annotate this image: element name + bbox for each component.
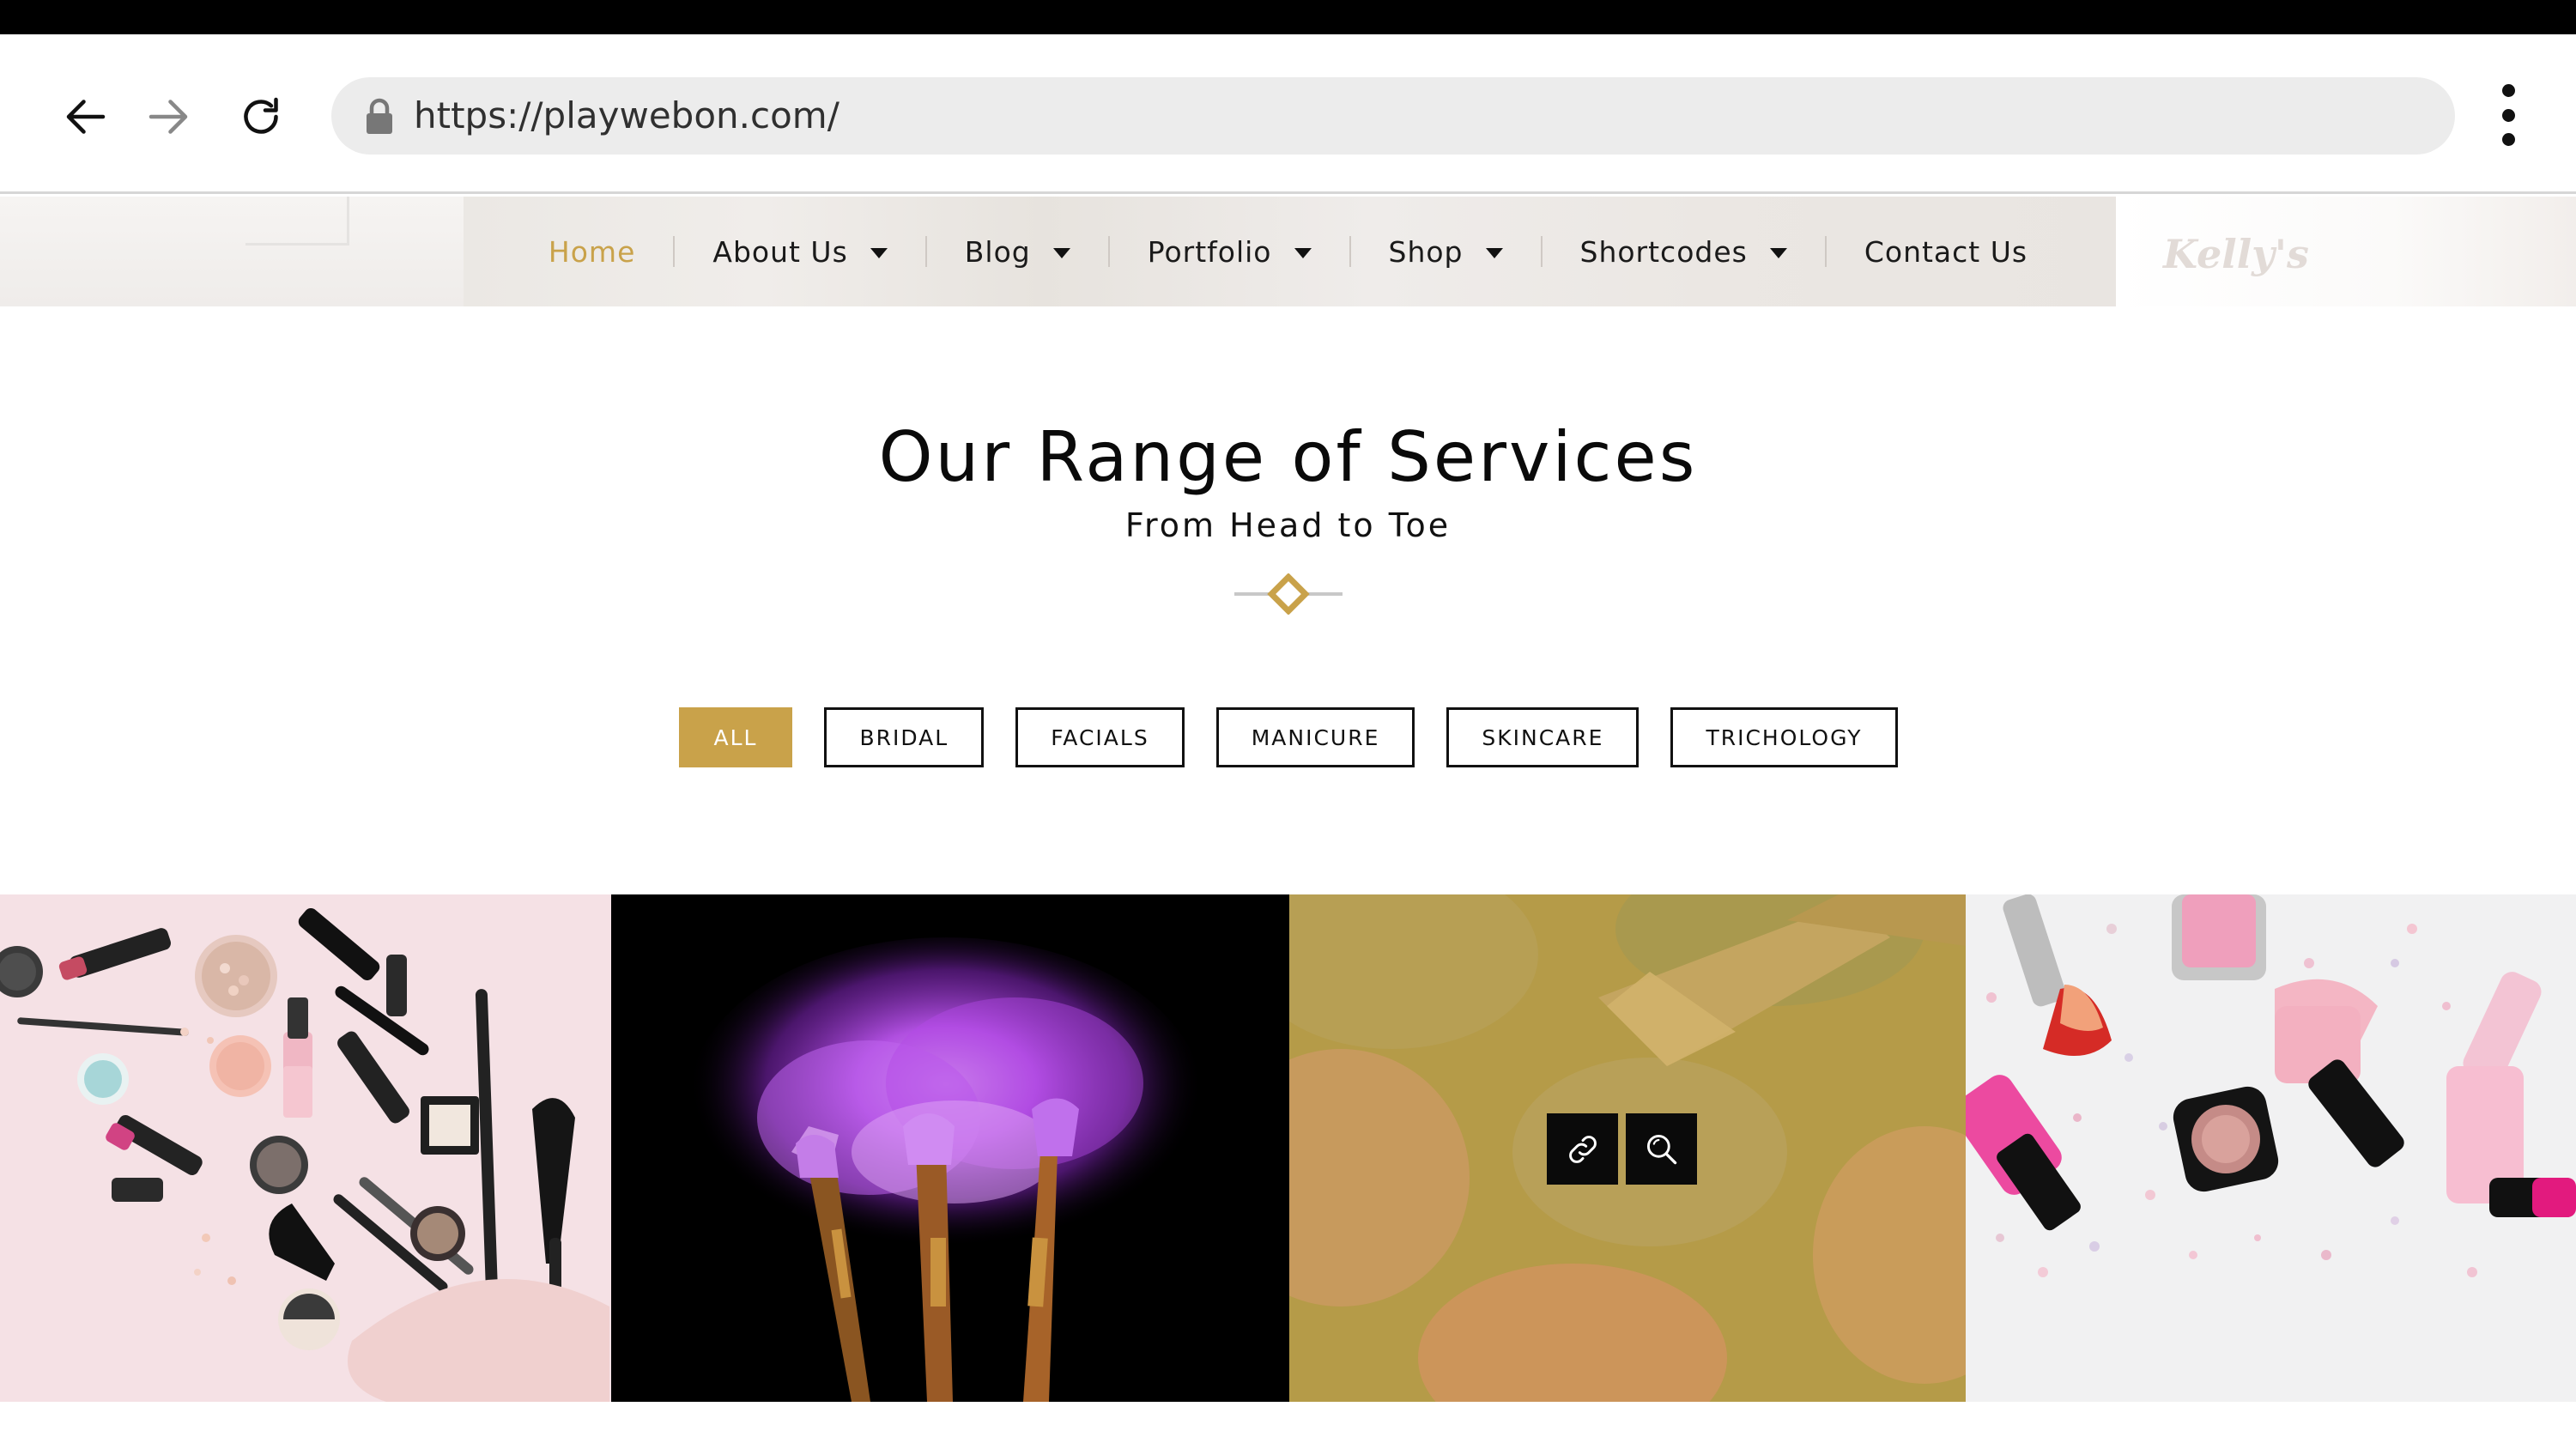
- caret-down-icon: [1294, 248, 1312, 258]
- nav-label: Portfolio: [1147, 234, 1272, 269]
- url-text: https://playwebon.com/: [414, 94, 839, 136]
- caret-down-icon: [870, 248, 888, 258]
- purple-powder-brushes-image: [611, 894, 1289, 1402]
- filter-bridal[interactable]: BRIDAL: [824, 707, 985, 767]
- makeup-flatlay-image: [0, 894, 611, 1402]
- nav-label: Home: [548, 234, 636, 269]
- lock-icon: [367, 98, 392, 134]
- nav-item-portfolio[interactable]: Portfolio: [1110, 226, 1349, 277]
- gallery-overlay-actions: [1547, 1113, 1697, 1185]
- filter-manicure[interactable]: MANICURE: [1215, 707, 1415, 767]
- gallery-item-purple-powder-brushes[interactable]: [611, 894, 1289, 1402]
- forward-arrow-icon[interactable]: [136, 84, 201, 149]
- nav-item-shortcodes[interactable]: Shortcodes: [1543, 226, 1825, 277]
- nav-label: About Us: [712, 234, 848, 269]
- gallery-item-pink-cosmetics[interactable]: [1966, 894, 2576, 1402]
- nav-item-shop[interactable]: Shop: [1351, 226, 1541, 277]
- section-title: Our Range of Services: [878, 417, 1698, 497]
- filter-skincare[interactable]: SKINCARE: [1446, 707, 1640, 767]
- nav-label: Shortcodes: [1579, 234, 1748, 269]
- portfolio-filters: ALL BRIDAL FACIALS MANICURE SKINCARE TRI…: [0, 707, 2576, 767]
- main-navigation: Home About Us Blog Portfolio Shop Shortc…: [0, 197, 2576, 306]
- nav-label: Blog: [964, 234, 1031, 269]
- pink-cosmetics-image: [1966, 894, 2576, 1402]
- caret-down-icon: [1485, 248, 1503, 258]
- filter-all[interactable]: ALL: [678, 707, 793, 767]
- nav-label: Contact Us: [1864, 234, 2028, 269]
- more-vert-icon[interactable]: [2482, 79, 2534, 151]
- status-bar: [0, 0, 2576, 34]
- nav-item-blog[interactable]: Blog: [927, 226, 1108, 277]
- search-icon[interactable]: [1626, 1113, 1697, 1185]
- filter-trichology[interactable]: TRICHOLOGY: [1670, 707, 1898, 767]
- caret-down-icon: [1052, 248, 1070, 258]
- browser-toolbar: https://playwebon.com/: [0, 34, 2576, 194]
- caret-down-icon: [1769, 248, 1787, 258]
- diamond-divider-icon: [1234, 573, 1343, 615]
- nav-label: Shop: [1388, 234, 1464, 269]
- nav-item-about-us[interactable]: About Us: [675, 226, 924, 277]
- section-subtitle: From Head to Toe: [1124, 506, 1452, 544]
- gallery-item-makeup-flatlay[interactable]: [0, 894, 611, 1402]
- nav-item-contact-us[interactable]: Contact Us: [1827, 226, 2065, 277]
- filter-facials[interactable]: FACIALS: [1015, 707, 1185, 767]
- link-icon[interactable]: [1547, 1113, 1618, 1185]
- portfolio-gallery: [0, 894, 2576, 1402]
- reload-icon[interactable]: [228, 84, 294, 149]
- nav-item-home[interactable]: Home: [511, 226, 673, 277]
- address-bar[interactable]: https://playwebon.com/: [331, 77, 2455, 155]
- back-arrow-icon[interactable]: [53, 84, 118, 149]
